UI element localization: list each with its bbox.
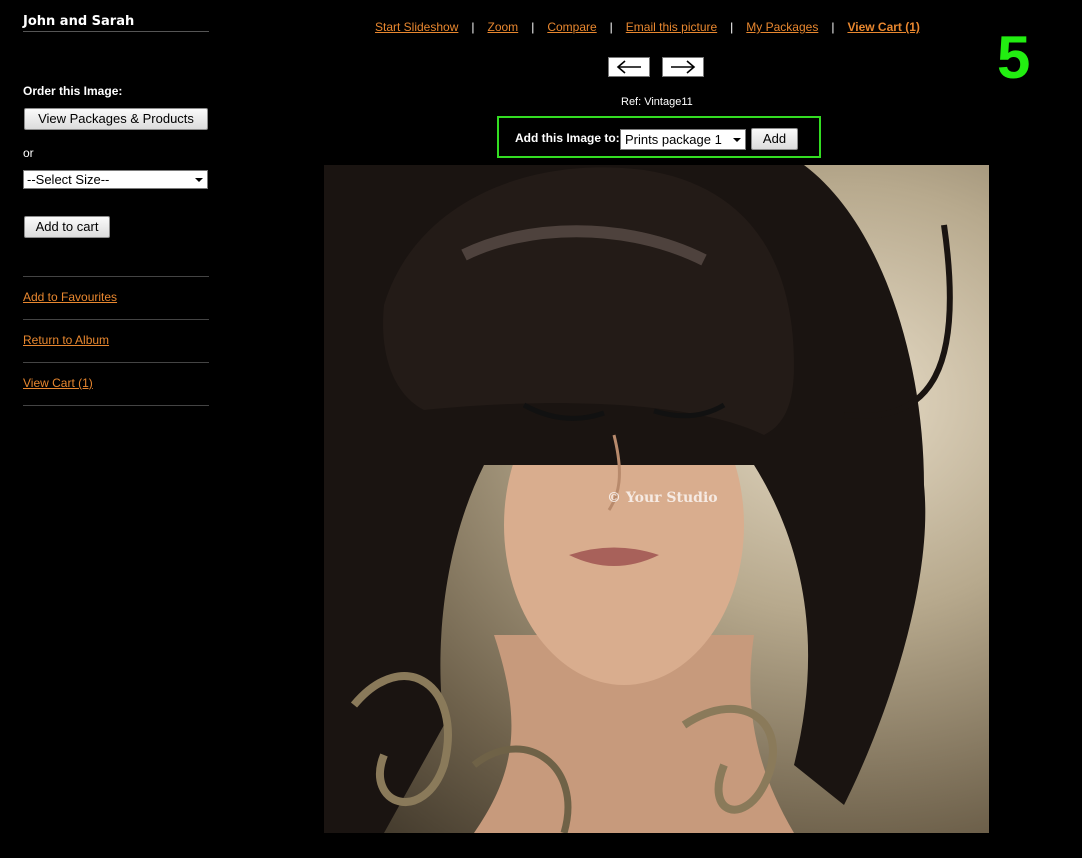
size-select-value: --Select Size--	[27, 172, 110, 187]
sidebar-link-row: Return to Album	[23, 319, 209, 362]
add-to-cart-button[interactable]: Add to cart	[24, 216, 110, 238]
sidebar: John and Sarah Order this Image: View Pa…	[23, 14, 209, 406]
nav-zoom[interactable]: Zoom	[488, 20, 519, 34]
add-button[interactable]: Add	[751, 128, 798, 150]
next-image-button[interactable]	[662, 57, 704, 77]
view-packages-button[interactable]: View Packages & Products	[24, 108, 208, 130]
add-to-package-label: Add this Image to:	[515, 131, 620, 145]
nav-email-picture[interactable]: Email this picture	[626, 20, 717, 34]
package-select[interactable]: Prints package 1	[620, 129, 746, 150]
step-number: 5	[997, 24, 1031, 91]
nav-start-slideshow[interactable]: Start Slideshow	[375, 20, 458, 34]
arrow-left-icon	[616, 60, 641, 74]
nav-separator: |	[471, 20, 475, 34]
size-select[interactable]: --Select Size--	[23, 170, 208, 189]
watermark: © Your Studio	[607, 490, 718, 506]
nav-view-cart[interactable]: View Cart (1)	[847, 20, 919, 34]
nav-separator: |	[831, 20, 835, 34]
add-to-favourites-link[interactable]: Add to Favourites	[23, 290, 117, 304]
dropdown-arrow-icon	[195, 178, 203, 182]
nav-compare[interactable]: Compare	[547, 20, 596, 34]
package-select-value: Prints package 1	[625, 132, 722, 147]
nav-separator: |	[609, 20, 613, 34]
add-to-package-box: Add this Image to: Prints package 1 Add	[497, 116, 821, 158]
dropdown-arrow-icon	[733, 138, 741, 142]
sidebar-link-row: Add to Favourites	[23, 276, 209, 319]
main-photo[interactable]: © Your Studio	[324, 165, 989, 833]
sidebar-link-row: View Cart (1)	[23, 362, 209, 405]
nav-separator: |	[730, 20, 734, 34]
nav-separator: |	[531, 20, 535, 34]
sidebar-links: Add to Favourites Return to Album View C…	[23, 276, 209, 406]
view-cart-link[interactable]: View Cart (1)	[23, 376, 93, 390]
order-label: Order this Image:	[23, 84, 123, 98]
return-to-album-link[interactable]: Return to Album	[23, 333, 109, 347]
top-nav: Start Slideshow | Zoom | Compare | Email this …	[375, 20, 920, 34]
arrow-right-icon	[671, 60, 696, 74]
album-title: John and Sarah	[23, 14, 209, 32]
nav-my-packages[interactable]: My Packages	[746, 20, 818, 34]
or-label: or	[23, 146, 34, 160]
image-ref: Ref: Vintage11	[621, 96, 693, 108]
previous-image-button[interactable]	[608, 57, 650, 77]
divider	[23, 405, 209, 406]
